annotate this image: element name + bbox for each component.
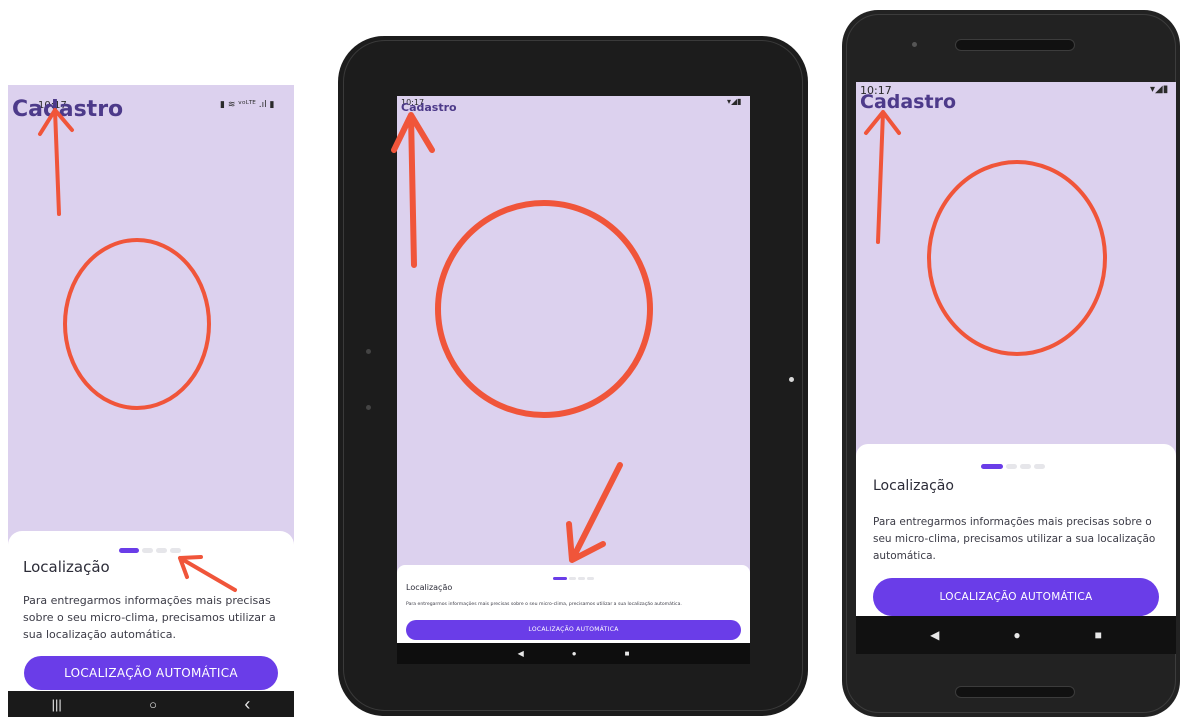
annotation-circle bbox=[435, 200, 653, 418]
annotation-arrow bbox=[391, 112, 435, 268]
annotation-arrow bbox=[566, 462, 623, 563]
annotation-arrow bbox=[864, 110, 901, 244]
annotation-circle bbox=[63, 238, 211, 410]
annotation-circle bbox=[927, 160, 1107, 356]
annotation-overlay bbox=[38, 108, 1107, 592]
annotation-arrow bbox=[178, 555, 237, 592]
annotation-arrow bbox=[38, 108, 74, 216]
